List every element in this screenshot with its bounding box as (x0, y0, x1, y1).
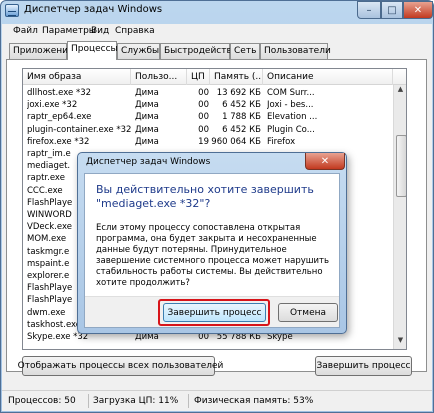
cell-cpu: 00 (198, 112, 209, 123)
column-memory[interactable]: Память (... (210, 69, 263, 85)
status-cpu-usage: Загрузка ЦП: 11% (93, 396, 179, 406)
process-row[interactable]: joxi.exe *32 Дима 00 6 452 КБ Joxi - bes... (23, 100, 393, 111)
cell-desc: Elevation ... (267, 112, 318, 123)
cell-user: Дима (135, 136, 159, 147)
tab-network[interactable]: Сеть (230, 43, 260, 59)
dialog-message: Если этому процессу сопоставлена открыта… (96, 223, 330, 288)
dialog-confirm-button[interactable]: Завершить процесс (163, 303, 266, 322)
process-row[interactable]: dllhost.exe *32 Дима 00 13 692 КБ COM Surr..… (23, 88, 393, 99)
column-user[interactable]: Пользо... (131, 69, 187, 85)
cell-name: firefox.exe *32 (27, 136, 90, 147)
vertical-scrollbar[interactable]: ▲ ▼ (393, 85, 406, 349)
window-title: Диспетчер задач Windows (24, 4, 163, 15)
column-image-name[interactable]: Имя образа (23, 69, 131, 85)
tab-users[interactable]: Пользователи (260, 43, 331, 59)
column-cpu[interactable]: ЦП (187, 69, 210, 85)
cell-desc: Plugin Co... (267, 124, 315, 135)
status-bar: Процессов: 50 Загрузка ЦП: 11% Физическа… (2, 390, 432, 411)
dialog-close-button[interactable]: ✕ (305, 153, 345, 170)
cell-cpu: 00 (198, 100, 209, 111)
task-manager-icon (5, 4, 19, 17)
cell-mem: 13 692 КБ (216, 88, 261, 98)
cell-user: Дима (135, 88, 159, 98)
scroll-up-arrow-icon[interactable]: ▲ (394, 85, 406, 98)
tab-performance[interactable]: Быстродействие (160, 43, 243, 59)
cell-user: Дима (135, 124, 159, 135)
cell-desc: Firefox (267, 136, 296, 147)
cell-desc: COM Surr... (267, 88, 315, 98)
close-button[interactable]: ✕ (403, 1, 433, 19)
cell-name: dllhost.exe *32 (27, 88, 92, 98)
dialog-title: Диспетчер задач Windows (86, 157, 211, 167)
cell-name: raptr_ep64.exe (27, 112, 92, 123)
cell-user: Дима (135, 100, 159, 111)
cell-mem: 6 452 КБ (222, 124, 261, 135)
minimize-button[interactable]: – (357, 1, 381, 19)
cell-cpu: 00 (198, 88, 209, 98)
tab-processes[interactable]: Процессы (67, 41, 118, 60)
title-bar[interactable]: Диспетчер задач Windows – □ ✕ (0, 0, 434, 22)
status-separator (188, 394, 189, 408)
dialog-cancel-button[interactable]: Отмена (278, 303, 338, 322)
status-physical-memory: Физическая память: 53% (194, 396, 314, 406)
list-header: Имя образа Пользо... ЦП Память (... Опис… (23, 69, 406, 85)
show-all-processes-button[interactable]: Отображать процессы всех пользователей (18, 356, 223, 376)
menu-options[interactable]: Параметры (42, 26, 96, 36)
menu-help[interactable]: Справка (115, 26, 155, 36)
end-process-dialog: Диспетчер задач Windows ✕ Вы действитель… (77, 152, 347, 334)
cell-mem: 960 064 КБ (211, 136, 261, 147)
process-row[interactable]: raptr_ep64.exe Дима 00 1 788 КБ Elevation ..… (23, 112, 393, 123)
scroll-down-arrow-icon[interactable]: ▼ (394, 336, 406, 349)
menu-bar: Файл Параметры Вид Справка (2, 24, 432, 40)
status-process-count: Процессов: 50 (8, 396, 76, 406)
cell-desc: Joxi - bes... (267, 100, 314, 111)
cell-cpu: 00 (198, 124, 209, 135)
process-row[interactable]: firefox.exe *32 Дима 19 960 064 КБ Firefox (23, 137, 393, 148)
tab-services[interactable]: Службы (117, 43, 160, 59)
menu-file[interactable]: Файл (13, 26, 38, 36)
cell-mem: 1 788 КБ (222, 112, 261, 123)
show-all-processes-label: Отображать процессы всех пользователей (17, 361, 224, 371)
menu-view[interactable]: Вид (91, 26, 109, 36)
tab-applications[interactable]: Приложения (9, 43, 73, 59)
cell-user: Дима (135, 112, 159, 123)
process-row[interactable]: plugin-container.exe *32 Дима 00 6 452 КБ Pl… (23, 125, 393, 136)
status-separator (88, 394, 89, 408)
dialog-heading: Вы действительно хотите завершить "media… (96, 183, 314, 210)
column-description[interactable]: Описание (263, 69, 393, 85)
end-process-button[interactable]: Завершить процесс (315, 356, 412, 376)
cell-name: joxi.exe *32 (27, 100, 78, 111)
maximize-button[interactable]: □ (381, 1, 403, 19)
cell-name: plugin-container.exe *32 (27, 124, 131, 135)
cell-cpu: 19 (198, 136, 209, 147)
cell-mem: 6 452 КБ (222, 100, 261, 111)
scroll-thumb[interactable] (396, 135, 406, 197)
